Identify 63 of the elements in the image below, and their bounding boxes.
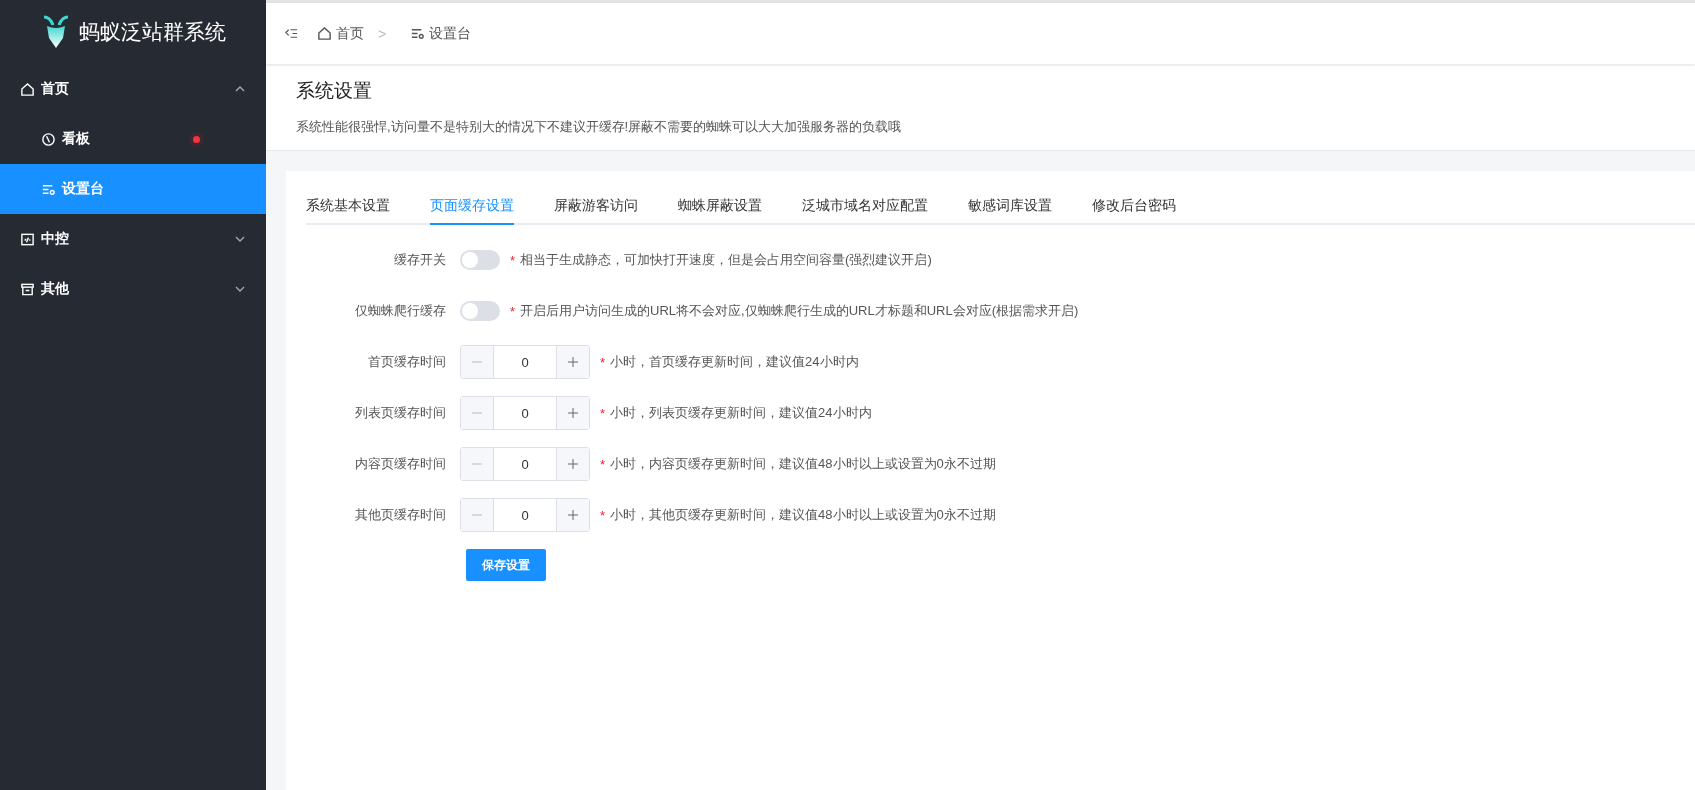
number-stepper[interactable]: 0 (460, 345, 590, 379)
tab[interactable]: 系统基本设置 (306, 197, 390, 225)
decrement-button[interactable] (461, 346, 493, 378)
increment-button[interactable] (557, 499, 589, 531)
plus-icon (567, 458, 579, 470)
tab[interactable]: 蜘蛛屏蔽设置 (678, 197, 762, 225)
number-input[interactable]: 0 (493, 499, 557, 531)
number-input[interactable]: 0 (493, 448, 557, 480)
required-mark: * (600, 405, 606, 421)
field-label: 仅蜘蛛爬行缓存 (354, 302, 446, 320)
home-icon (20, 81, 35, 97)
field-label: 首页缓存时间 (367, 353, 446, 371)
toggle-switch[interactable] (460, 250, 500, 270)
number-stepper[interactable]: 0 (460, 447, 590, 481)
menu-item[interactable]: 首页 (0, 64, 266, 114)
tab[interactable]: 敏感词库设置 (968, 197, 1052, 225)
gauge-icon (41, 131, 56, 147)
code-window-icon (20, 231, 35, 247)
menu-item[interactable]: 其他 (0, 264, 266, 314)
field-hint: 开启后用户访问生成的URL将不会对应,仅蜘蛛爬行生成的URL才标题和URL会对应(根据需求开启) (520, 302, 1079, 320)
required-mark: * (510, 303, 516, 319)
tab[interactable]: 修改后台密码 (1092, 197, 1176, 225)
settings-icon (410, 26, 426, 41)
required-mark: * (600, 354, 606, 370)
menu-item[interactable]: 中控 (0, 214, 266, 264)
number-input[interactable]: 0 (493, 346, 557, 378)
home-icon (317, 26, 332, 41)
plus-icon (567, 509, 579, 521)
increment-button[interactable] (557, 448, 589, 480)
breadcrumb-separator: > (378, 25, 387, 42)
increment-button[interactable] (557, 346, 589, 378)
tab[interactable]: 屏蔽游客访问 (554, 197, 638, 225)
collapse-menu-icon[interactable] (284, 26, 299, 41)
page-description: 系统性能很强悍,访问量不是特别大的情况下不建议开缓存!屏蔽不需要的蜘蛛可以大大加强服务器的负载哦 (296, 118, 903, 136)
required-mark: * (510, 252, 516, 268)
tab[interactable]: 泛城市域名对应配置 (802, 197, 928, 225)
field-label: 内容页缓存时间 (354, 455, 446, 473)
decrement-button[interactable] (461, 499, 493, 531)
field-hint: 小时，首页缓存更新时间，建议值24小时内 (610, 353, 859, 371)
breadcrumb-link[interactable]: 设置台 (429, 24, 472, 43)
field-label: 列表页缓存时间 (354, 404, 446, 422)
field-label: 缓存开关 (393, 251, 446, 269)
field-hint: 小时，列表页缓存更新时间，建议值24小时内 (610, 404, 872, 422)
plus-icon (567, 407, 579, 419)
submenu-item[interactable]: 看板 (0, 114, 266, 164)
field-label: 其他页缓存时间 (354, 506, 446, 524)
plus-icon (567, 356, 579, 368)
decrement-button[interactable] (461, 448, 493, 480)
required-mark: * (600, 456, 606, 472)
field-hint: 小时，内容页缓存更新时间，建议值48小时以上或设置为0永不过期 (610, 455, 996, 473)
number-stepper[interactable]: 0 (460, 498, 590, 532)
app-name: 蚂蚁泛站群系统 (78, 19, 226, 45)
field-hint: 小时，其他页缓存更新时间，建议值48小时以上或设置为0永不过期 (610, 506, 996, 524)
field-hint: 相当于生成静态，可加快打开速度，但是会占用空间容量(强烈建议开启) (520, 251, 932, 269)
breadcrumb-link[interactable]: 首页 (336, 24, 364, 43)
archive-icon (20, 281, 35, 297)
number-stepper[interactable]: 0 (460, 396, 590, 430)
toggle-switch[interactable] (460, 301, 500, 321)
required-mark: * (600, 507, 606, 523)
increment-button[interactable] (557, 397, 589, 429)
page-title: 系统设置 (296, 79, 373, 103)
decrement-button[interactable] (461, 397, 493, 429)
number-input[interactable]: 0 (493, 397, 557, 429)
